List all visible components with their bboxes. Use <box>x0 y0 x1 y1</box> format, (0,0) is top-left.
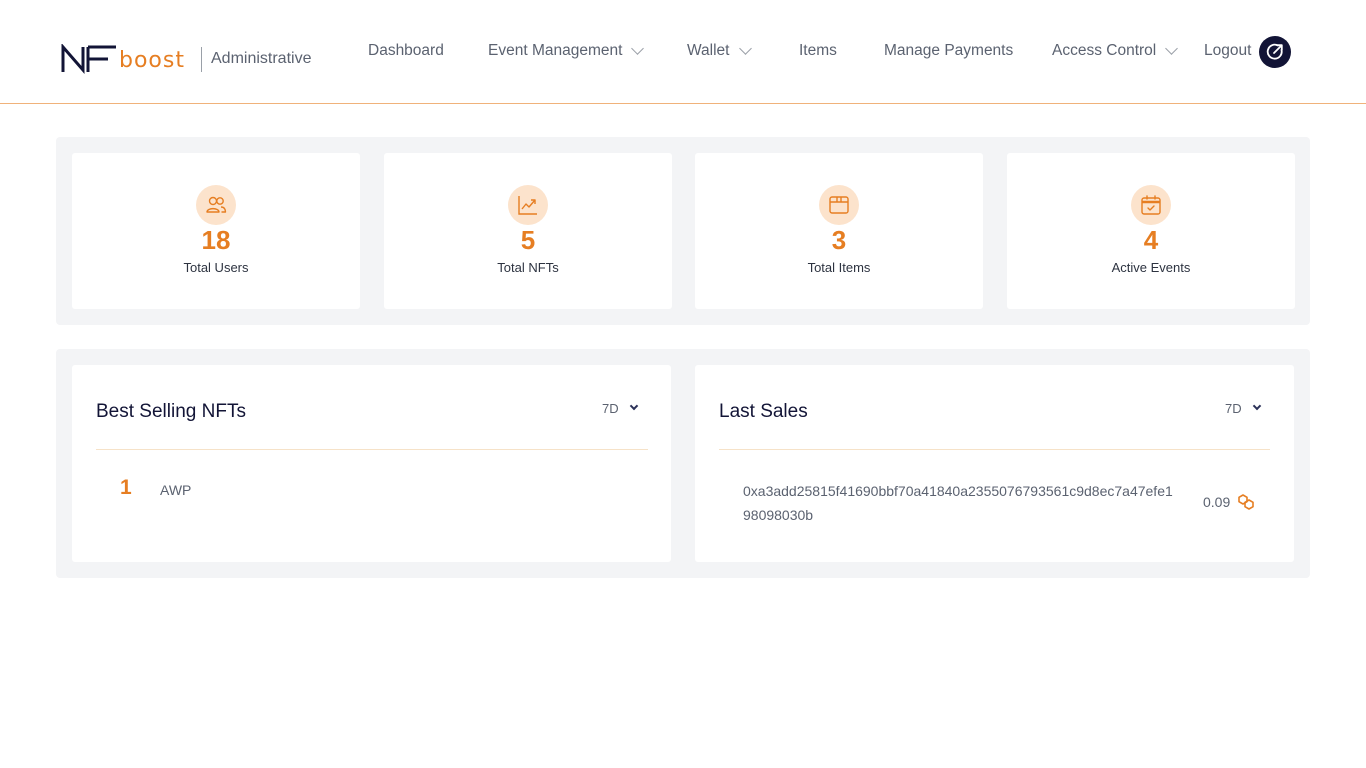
stat-label: Total Items <box>807 260 871 275</box>
nav-logout[interactable]: Logout <box>1204 42 1251 60</box>
nav-logout-label: Logout <box>1204 42 1252 59</box>
last-sales-title: Last Sales <box>719 401 808 422</box>
nav-dashboard-label: Dashboard <box>368 42 444 59</box>
best-selling-period-select[interactable]: 7D <box>602 401 638 416</box>
stat-card-total-items: 3 Total Items <box>695 153 983 309</box>
period-label: 7D <box>602 401 619 416</box>
nav-wallet[interactable]: Wallet <box>687 42 752 60</box>
stat-value: 4 <box>1143 225 1159 255</box>
nav-manage-payments-label: Manage Payments <box>884 42 1014 59</box>
stat-label: Active Events <box>1111 260 1191 275</box>
nft-name[interactable]: AWP <box>160 482 191 498</box>
stat-card-total-nfts: 5 Total NFTs <box>384 153 672 309</box>
chevron-down-icon <box>1165 42 1179 55</box>
sale-transaction-hash[interactable]: 0xa3add25815f41690bbf70a41840a2355076793… <box>743 479 1173 527</box>
nav-items-label: Items <box>799 42 837 59</box>
stat-card-total-users: 18 Total Users <box>72 153 360 309</box>
sale-amount: 0.09 <box>1203 494 1231 510</box>
best-selling-title: Best Selling NFTs <box>96 401 246 422</box>
chevron-down-icon <box>738 42 752 55</box>
chevron-down-icon <box>629 401 638 411</box>
nav-event-management[interactable]: Event Management <box>488 42 645 60</box>
logo-divider <box>201 47 202 72</box>
stat-value: 3 <box>831 225 847 255</box>
nav-wallet-label: Wallet <box>687 42 730 59</box>
nav-items[interactable]: Items <box>799 42 837 60</box>
period-label: 7D <box>1225 401 1242 416</box>
logo-boost-text: boost <box>119 48 185 73</box>
trend-chart-icon <box>508 185 548 225</box>
best-selling-card: Best Selling NFTs 7D 1 AWP <box>72 365 671 562</box>
logout-icon <box>1266 43 1283 60</box>
stat-label: Total NFTs <box>497 260 559 275</box>
users-icon <box>196 185 236 225</box>
chain-link-icon <box>1237 493 1255 516</box>
logout-button[interactable] <box>1259 36 1291 68</box>
divider <box>719 449 1270 450</box>
top-header: boost Administrative Dashboard Event Man… <box>0 0 1366 104</box>
last-sales-period-select[interactable]: 7D <box>1225 401 1261 416</box>
brand-logo[interactable]: boost <box>61 40 185 74</box>
nav-access-control[interactable]: Access Control <box>1052 42 1179 60</box>
chevron-down-icon <box>1252 401 1261 411</box>
calendar-check-icon <box>1131 185 1171 225</box>
brand-section-label: Administrative <box>211 50 312 67</box>
stats-panel: 18 Total Users 5 Total NFTs 3 Total Item… <box>56 137 1310 325</box>
nav-event-management-label: Event Management <box>488 42 623 59</box>
box-icon <box>819 185 859 225</box>
lists-panel: Best Selling NFTs 7D 1 AWP Last Sales 7D… <box>56 349 1310 578</box>
nav-manage-payments[interactable]: Manage Payments <box>884 42 1013 60</box>
nav-access-control-label: Access Control <box>1052 42 1157 59</box>
nav-dashboard[interactable]: Dashboard <box>368 42 444 60</box>
divider <box>96 449 648 450</box>
last-sales-card: Last Sales 7D 0xa3add25815f41690bbf70a41… <box>695 365 1294 562</box>
stat-label: Total Users <box>183 260 249 275</box>
stat-value: 18 <box>201 225 231 255</box>
stat-card-active-events: 4 Active Events <box>1007 153 1295 309</box>
stat-value: 5 <box>520 225 536 255</box>
nft-rank: 1 <box>120 476 132 499</box>
nf-logo-mark <box>61 44 116 74</box>
chevron-down-icon <box>631 42 645 55</box>
